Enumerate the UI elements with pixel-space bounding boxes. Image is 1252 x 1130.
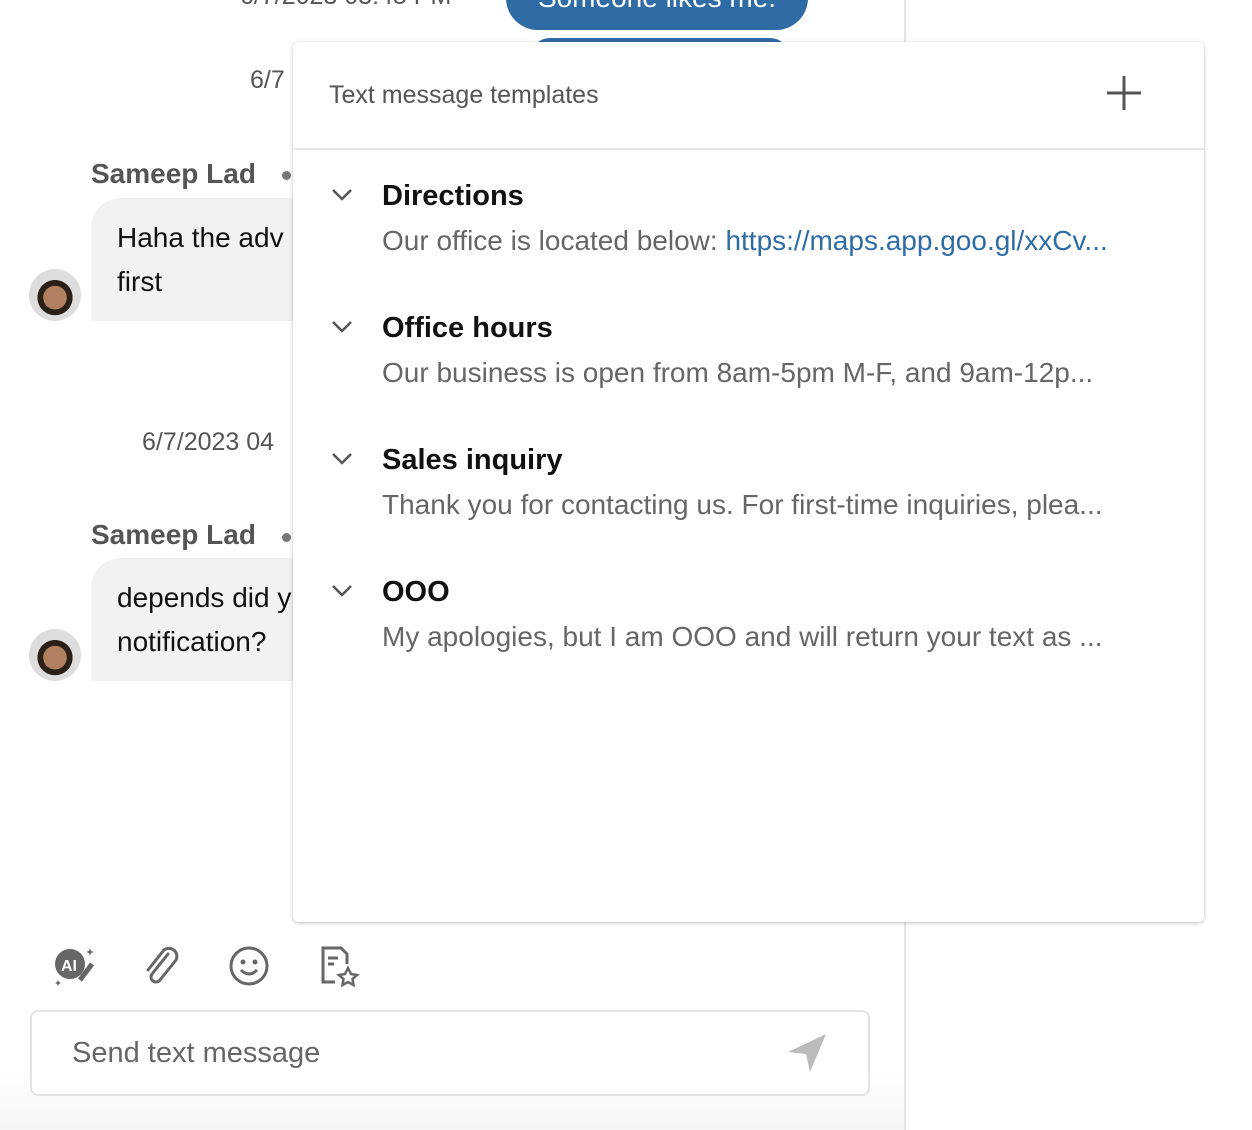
message-input[interactable]: Send text message <box>30 1010 870 1096</box>
message-timestamp: 6/7/2023 03:45 PM <box>240 0 451 11</box>
avatar <box>29 629 81 681</box>
composer: AI Send text message <box>0 920 904 1130</box>
template-preview: Our business is open from 8am-5pm M-F, a… <box>382 357 1094 388</box>
chevron-down-icon[interactable] <box>331 452 353 471</box>
template-item-sales-inquiry[interactable]: Sales inquiry Thank you for contacting u… <box>293 416 1204 548</box>
separator-dot <box>282 171 291 180</box>
template-title: OOO <box>382 576 450 608</box>
chevron-down-icon[interactable] <box>331 188 353 207</box>
ai-assist-icon[interactable]: AI <box>50 942 98 990</box>
templates-popup: Text message templates Directions Our of… <box>293 42 1204 922</box>
templates-title: Text message templates <box>329 80 599 109</box>
template-preview-text: Our office is located below: <box>382 225 726 256</box>
template-link[interactable]: https://maps.app.goo.gl/xxCv... <box>725 225 1107 256</box>
outgoing-bubble: Someone likes me. <box>506 0 808 30</box>
template-title: Office hours <box>382 312 553 344</box>
sender-name: Sameep Lad <box>91 519 256 550</box>
template-icon[interactable] <box>315 942 363 990</box>
template-item-directions[interactable]: Directions Our office is located below: … <box>293 152 1204 284</box>
avatar <box>29 269 81 321</box>
template-title: Sales inquiry <box>382 444 563 476</box>
template-preview: Our office is located below: https://map… <box>382 225 1204 257</box>
message-timestamp: 6/7 <box>250 66 285 94</box>
svg-text:AI: AI <box>61 958 77 975</box>
message-input-placeholder: Send text message <box>72 1036 321 1069</box>
send-icon[interactable] <box>786 1032 828 1082</box>
message-timestamp: 6/7/2023 04 <box>142 428 275 456</box>
chevron-down-icon[interactable] <box>331 584 353 603</box>
template-title: Directions <box>382 180 524 212</box>
paperclip-icon[interactable] <box>138 942 186 990</box>
template-item-ooo[interactable]: OOO My apologies, but I am OOO and will … <box>293 548 1204 680</box>
emoji-icon[interactable] <box>225 942 273 990</box>
templates-header: Text message templates <box>293 42 1204 150</box>
template-item-office-hours[interactable]: Office hours Our business is open from 8… <box>293 284 1204 416</box>
chevron-down-icon[interactable] <box>331 320 353 339</box>
plus-icon[interactable] <box>1104 73 1144 118</box>
template-preview: Thank you for contacting us. For first-t… <box>382 489 1103 520</box>
separator-dot <box>282 533 291 542</box>
template-preview: My apologies, but I am OOO and will retu… <box>382 621 1103 652</box>
sender-name: Sameep Lad <box>91 158 256 189</box>
